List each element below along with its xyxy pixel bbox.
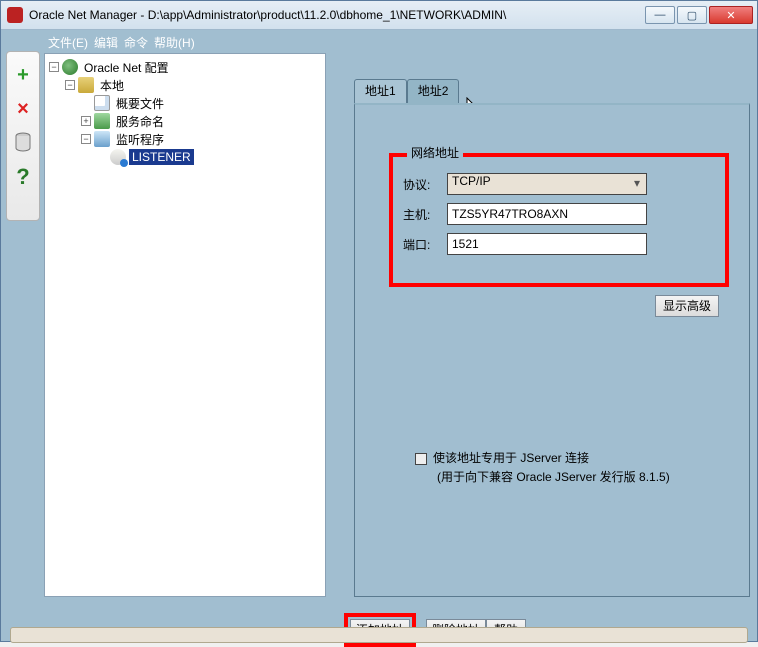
show-advanced-button[interactable]: 显示高级	[655, 295, 719, 317]
window-title: Oracle Net Manager - D:\app\Administrato…	[29, 8, 645, 22]
jserver-label: 使该地址专用于 JServer 连接	[433, 451, 589, 465]
tool-sidebar: + × ?	[6, 51, 40, 221]
app-window: Oracle Net Manager - D:\app\Administrato…	[0, 0, 758, 642]
menu-edit[interactable]: 编辑	[94, 34, 118, 51]
tab-address1[interactable]: 地址1	[354, 79, 407, 103]
jserver-checkbox[interactable]	[415, 453, 427, 465]
menu-command[interactable]: 命令	[124, 34, 148, 51]
tree-listener[interactable]: −监听程序	[81, 130, 321, 148]
tree-listener-item[interactable]: LISTENER	[97, 148, 321, 166]
protocol-select[interactable]: TCP/IP	[447, 173, 647, 195]
protocol-label: 协议:	[403, 176, 447, 193]
file-icon	[94, 95, 110, 111]
host-input[interactable]	[447, 203, 647, 225]
minimize-button[interactable]: —	[645, 6, 675, 24]
port-input[interactable]	[447, 233, 647, 255]
tree-local[interactable]: −本地	[65, 76, 321, 94]
app-icon	[7, 7, 23, 23]
close-button[interactable]: ✕	[709, 6, 753, 24]
tree-profile[interactable]: 概要文件	[81, 94, 321, 112]
folder-icon	[78, 77, 94, 93]
jserver-note: (用于向下兼容 Oracle JServer 发行版 8.1.5)	[437, 468, 729, 485]
tree-root[interactable]: −Oracle Net 配置	[49, 58, 321, 76]
menu-help[interactable]: 帮助(H)	[154, 34, 195, 51]
tab-address2[interactable]: 地址2	[407, 79, 460, 103]
listener-icon	[94, 131, 110, 147]
port-label: 端口:	[403, 236, 447, 253]
listener-item-icon	[110, 149, 126, 165]
title-bar[interactable]: Oracle Net Manager - D:\app\Administrato…	[1, 1, 757, 30]
db-icon[interactable]	[8, 128, 38, 158]
jserver-row: 使该地址专用于 JServer 连接 (用于向下兼容 Oracle JServe…	[415, 449, 729, 485]
status-bar	[10, 627, 748, 643]
help-icon[interactable]: ?	[8, 162, 38, 192]
service-icon	[94, 113, 110, 129]
globe-icon	[62, 59, 78, 75]
delete-icon[interactable]: ×	[8, 94, 38, 124]
network-address-group: 网络地址 协议: TCP/IP 主机: 端口:	[389, 153, 729, 287]
menu-file[interactable]: 文件(E)	[48, 34, 88, 51]
host-label: 主机:	[403, 206, 447, 223]
tree-panel: −Oracle Net 配置 −本地 概要文件 +服务命名 −监听程序 LIST…	[44, 53, 326, 597]
detail-panel: 地址1地址2 网络地址 协议: TCP/IP 主机:	[344, 53, 750, 597]
maximize-button[interactable]: ▢	[677, 6, 707, 24]
tab-body: 网络地址 协议: TCP/IP 主机: 端口:	[354, 103, 750, 597]
add-icon[interactable]: +	[8, 60, 38, 90]
group-legend: 网络地址	[407, 144, 463, 161]
bottom-bar: 添加地址 删除地址 帮助	[2, 605, 756, 645]
menu-bar: 文件(E) 编辑 命令 帮助(H)	[2, 31, 756, 51]
tree-service[interactable]: +服务命名	[81, 112, 321, 130]
